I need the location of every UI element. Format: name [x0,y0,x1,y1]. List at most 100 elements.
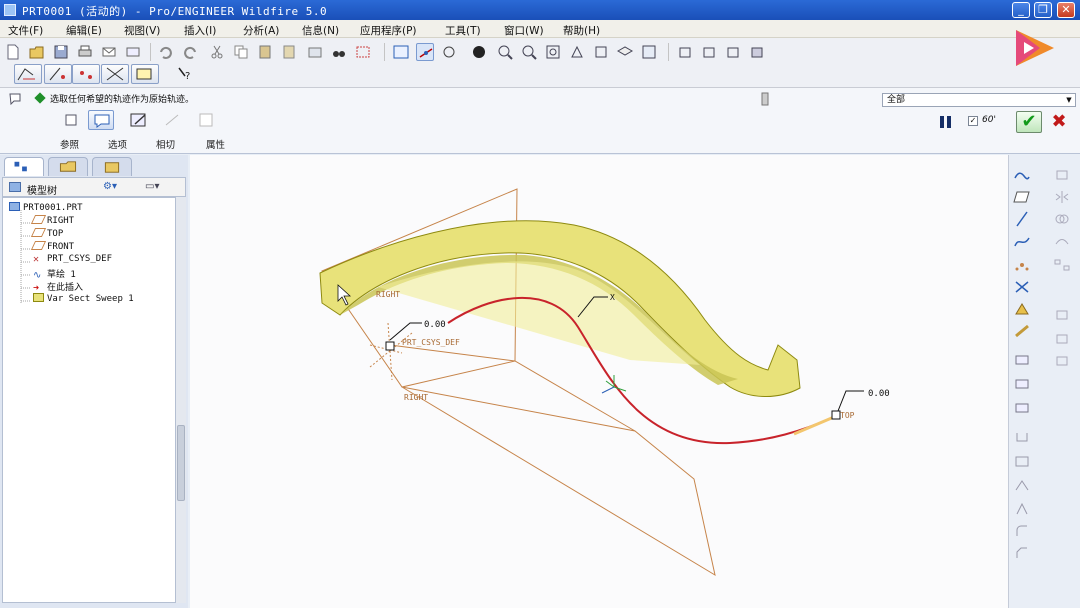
cut-icon[interactable] [208,43,226,61]
tangency-tab-button[interactable] [126,110,152,130]
datum-plane-tool-button[interactable] [131,64,159,84]
save-icon[interactable] [52,43,70,61]
tab-tangency[interactable]: 相切 [156,137,175,151]
zoom-out-icon[interactable] [520,43,538,61]
curve-tool-icon[interactable] [1012,232,1032,250]
open-folder-icon[interactable] [28,43,46,61]
csys-tool-button[interactable] [101,64,129,84]
copy-feature-icon[interactable] [1052,166,1072,184]
menu-insert[interactable]: 插入(I) [184,23,216,38]
shading-icon[interactable] [748,43,766,61]
chamfer-tool-icon[interactable] [1012,544,1032,562]
send-link-icon[interactable] [124,43,142,61]
sketch-section-button[interactable] [160,110,186,130]
rib-tool-icon[interactable] [1012,476,1032,494]
refit-icon[interactable] [544,43,562,61]
undo-icon[interactable] [156,43,174,61]
paste-icon[interactable] [256,43,274,61]
tree-settings-icon[interactable]: ⚙▾ [103,181,117,192]
properties-tab-button[interactable] [194,110,220,130]
preview-checkbox[interactable]: ✓ [968,116,978,126]
mirror-tool-icon[interactable] [1052,188,1072,206]
tree-item-var-sect-sweep[interactable]: Var Sect Sweep 1 [33,293,134,304]
draft-tool-icon[interactable] [1012,500,1032,518]
datum-point-tool-button[interactable] [72,64,100,84]
tab-references[interactable]: 参照 [60,137,79,151]
tab-options[interactable]: 选项 [108,137,127,151]
new-file-icon[interactable] [4,43,22,61]
offset-tool-icon[interactable] [1052,330,1072,348]
thicken-tool-icon[interactable] [1052,352,1072,370]
point-tool-icon[interactable] [1012,256,1032,274]
sweep-tool-icon[interactable] [1012,398,1032,416]
splitter-handle[interactable] [177,425,185,501]
paste-special-icon[interactable] [280,43,298,61]
tab-properties[interactable]: 属性 [206,137,225,151]
label-dim-end[interactable]: 0.00 [868,389,890,399]
datum-plane-display-icon[interactable] [392,43,410,61]
zoom-in-icon[interactable] [496,43,514,61]
menu-file[interactable]: 文件(F) [8,23,43,38]
plane-tool-icon[interactable] [1012,188,1032,206]
hole-tool-icon[interactable] [1012,428,1032,446]
restore-button[interactable]: ❐ [1034,2,1052,18]
ok-button[interactable]: ✔ [1016,111,1042,133]
print-icon[interactable] [76,43,94,61]
menu-applications[interactable]: 应用程序(P) [360,23,417,38]
saved-views-icon[interactable] [592,43,610,61]
datum-axis-display-icon[interactable] [416,43,434,61]
menu-edit[interactable]: 编辑(E) [66,23,102,38]
extrude-tool-icon[interactable] [1012,350,1032,368]
options-tab-button[interactable] [88,110,114,130]
menu-view[interactable]: 视图(V) [124,23,160,38]
cancel-button[interactable]: ✖ [1048,111,1070,133]
datum-plane-top[interactable] [401,386,716,577]
sketch-trajectory-button[interactable] [14,64,42,84]
shell-tool-icon[interactable] [1012,452,1032,470]
find-icon[interactable] [330,43,348,61]
pattern-tool-icon[interactable] [1052,256,1072,274]
wireframe-icon[interactable] [676,43,694,61]
sketch-tool-icon[interactable] [1012,166,1032,184]
select-box-icon[interactable] [354,43,372,61]
reorient-icon[interactable] [568,43,586,61]
datum-point-display-icon[interactable] [440,43,458,61]
menu-help[interactable]: 帮助(H) [563,23,600,38]
message-log-icon[interactable] [756,90,774,108]
tree-show-icon[interactable]: ▭▾ [145,181,159,192]
layers-icon[interactable] [616,43,634,61]
no-hidden-icon[interactable] [724,43,742,61]
pause-icon[interactable] [940,116,952,128]
minimize-button[interactable]: _ [1012,2,1030,18]
tab-favorites[interactable] [92,157,132,176]
regenerate-icon[interactable] [306,43,324,61]
analysis-tool-icon[interactable] [1012,300,1032,318]
navigator-splitter[interactable] [176,197,186,603]
menu-info[interactable]: 信息(N) [302,23,339,38]
hidden-line-icon[interactable] [700,43,718,61]
graphics-window[interactable]: RIGHT PRT_CSYS_DEF RIGHT TOP 0.00 0.00 X [190,155,1008,608]
copy-icon[interactable] [232,43,250,61]
context-help-icon[interactable]: ? [176,65,194,83]
axis-tool-icon[interactable] [1012,210,1032,228]
chain-tool-icon[interactable] [1012,322,1032,340]
send-mail-icon[interactable] [100,43,118,61]
revolve-tool-icon[interactable] [1012,374,1032,392]
datum-axis-tool-button[interactable] [44,64,72,84]
datum-plane-front[interactable] [389,344,636,432]
redo-icon[interactable] [182,43,200,61]
spin-center-icon[interactable] [470,43,488,61]
selection-filter-dropdown[interactable]: 全部 ▼ [882,93,1076,107]
tree-item-csys[interactable]: ✕ PRT_CSYS_DEF [33,254,112,265]
tab-folder-browser[interactable] [48,157,88,176]
close-button[interactable]: ✕ [1057,2,1075,18]
references-tab-button[interactable] [58,110,84,130]
view-manager-icon[interactable] [640,43,658,61]
label-dim-start[interactable]: 0.00 [424,320,446,330]
menu-tools[interactable]: 工具(T) [445,23,481,38]
extend-tool-icon[interactable] [1052,306,1072,324]
menu-analysis[interactable]: 分析(A) [243,23,279,38]
tab-model-tree[interactable] [4,157,44,176]
merge-tool-icon[interactable] [1052,210,1072,228]
trim-tool-icon[interactable] [1052,232,1072,250]
